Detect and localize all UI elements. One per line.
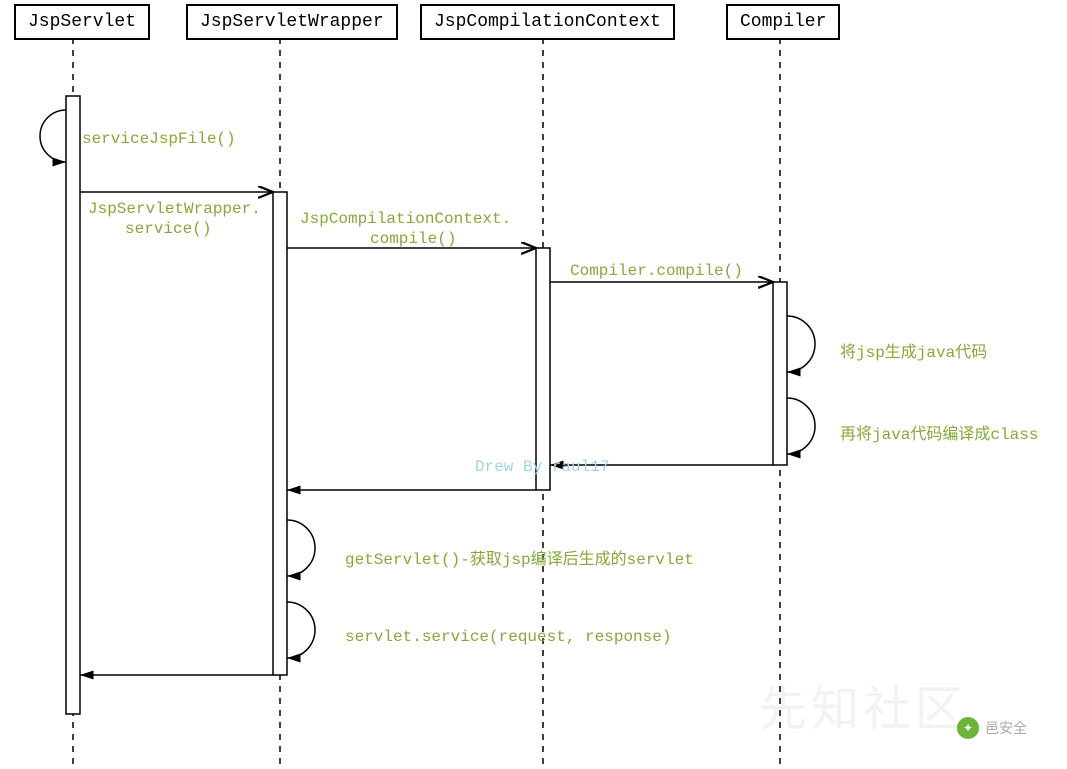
participant-jspcompilationcontext: JspCompilationContext: [420, 4, 675, 40]
activation-jspcompilationcontext: [536, 248, 550, 490]
self-java-to-class: [787, 398, 815, 454]
self-servicejspfile: [40, 110, 66, 162]
label-servlet-service: servlet.service(request, response): [345, 628, 671, 646]
participant-jspservletwrapper: JspServletWrapper: [186, 4, 398, 40]
bg-brand-text: 先知社区: [759, 669, 967, 739]
label-servicejspfile: serviceJspFile(): [82, 130, 236, 148]
participant-jspservlet: JspServlet: [14, 4, 150, 40]
label-jspcompilationcontext-compile-l1: JspCompilationContext.: [300, 210, 511, 228]
self-getservlet: [287, 520, 315, 576]
label-java-to-class: 再将java代码编译成class: [840, 420, 1038, 444]
sequence-svg: [0, 0, 1067, 769]
activation-jspservlet: [66, 96, 80, 714]
footer-logo: ✦ 邑安全: [957, 717, 1027, 739]
activation-compiler: [773, 282, 787, 465]
watermark-text: Drew By raul17: [475, 458, 609, 476]
label-getservlet: getServlet()-获取jsp编译后生成的servlet: [345, 545, 694, 569]
label-jspservletwrapper-service-l1: JspServletWrapper.: [88, 200, 261, 218]
label-compiler-compile: Compiler.compile(): [570, 262, 743, 280]
self-servlet-service: [287, 602, 315, 658]
participant-compiler: Compiler: [726, 4, 840, 40]
label-jsp-to-java: 将jsp生成java代码: [840, 338, 987, 362]
self-jsp-to-java: [787, 316, 815, 372]
activation-jspservletwrapper: [273, 192, 287, 675]
wechat-icon: ✦: [957, 717, 979, 739]
footer-brand-label: 邑安全: [985, 718, 1027, 738]
label-jspcompilationcontext-compile-l2: compile(): [370, 230, 456, 248]
label-jspservletwrapper-service-l2: service(): [125, 220, 211, 238]
